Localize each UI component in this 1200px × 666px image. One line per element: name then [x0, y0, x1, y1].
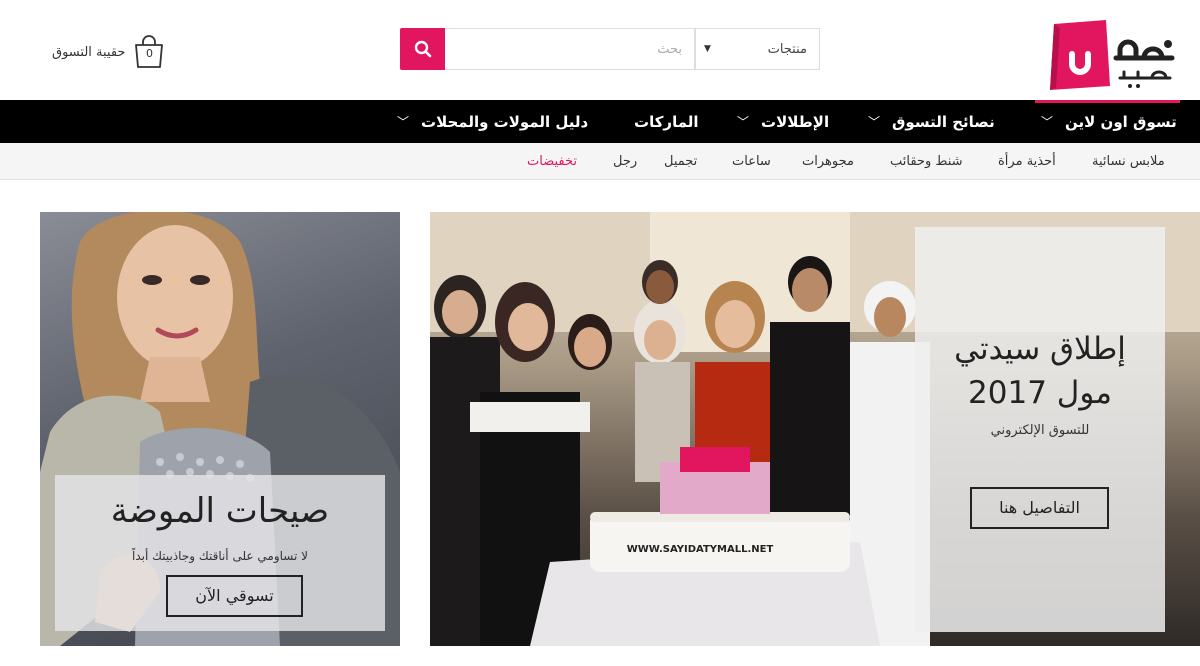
shop-now-button[interactable]: تسوقي الآن [166, 575, 303, 617]
subnav-item-watches[interactable]: ساعات [732, 143, 771, 180]
chevron-down-icon: ﹀ [1041, 115, 1054, 129]
subnav-item-men[interactable]: رجل [613, 143, 637, 180]
site-header: حقيبة التسوق 0 ▼ منتجات [0, 0, 1200, 100]
details-button[interactable]: التفاصيل هنا [970, 487, 1109, 529]
banner-title-line2: مول 2017 [968, 375, 1112, 411]
banner-title: إطلاق سيدتي مول 2017 [915, 327, 1165, 415]
banner-title: صيحات الموضة [110, 491, 330, 531]
cart-count: 0 [145, 47, 153, 60]
subnav-item-jewelry[interactable]: مجوهرات [802, 143, 854, 180]
search-button[interactable] [400, 28, 445, 70]
search-icon [414, 40, 431, 58]
nav-item-label: تسوق اون لاين [1065, 112, 1177, 131]
subnav-item-bags[interactable]: شنط وحقائب [890, 143, 963, 180]
subnav-item-sale[interactable]: تخفيضات [527, 143, 577, 180]
nav-item-malls-directory[interactable]: ﹀ دليل المولات والمحلات [397, 100, 588, 143]
fashion-banner-overlay: صيحات الموضة لا تساومي على أناقتك وجاذبي… [55, 475, 385, 631]
banner-title-line1: إطلاق سيدتي [954, 331, 1126, 367]
chevron-down-icon: ﹀ [737, 115, 750, 129]
nav-item-label: نصائح التسوق [892, 112, 995, 131]
chevron-down-icon: ﹀ [397, 115, 410, 129]
fashion-trends-banner[interactable]: صيحات الموضة لا تساومي على أناقتك وجاذبي… [40, 212, 400, 646]
nav-item-label: دليل المولات والمحلات [421, 112, 589, 131]
launch-banner-overlay: إطلاق سيدتي مول 2017 للتسوق الإلكتروني ا… [915, 227, 1165, 632]
search-category-value: منتجات [767, 41, 807, 57]
shopping-bag-icon: 0 [133, 35, 165, 69]
nav-item-brands[interactable]: الماركات [634, 100, 699, 143]
chevron-down-icon: ﹀ [868, 115, 881, 129]
category-subnav: ملابس نسائية أحذية مرأة شنط وحقائب مجوهر… [0, 143, 1200, 180]
search-input[interactable] [445, 28, 695, 70]
shopping-cart-button[interactable]: حقيبة التسوق 0 [52, 32, 165, 72]
nav-item-label: الماركات [634, 112, 699, 131]
banner-subtitle: لا تساومي على أناقتك وجاذبيتك أبداً [132, 549, 308, 563]
subnav-item-beauty[interactable]: تجميل [664, 143, 697, 180]
cart-label: حقيبة التسوق [52, 44, 126, 60]
nav-item-label: الإطلالات [761, 112, 830, 131]
dropdown-arrow-icon: ▼ [704, 44, 711, 54]
mall-launch-banner[interactable]: WWW.SAYIDATYMALL.NET إطلاق سيدتي مول 201… [430, 212, 1200, 646]
search-bar: ▼ منتجات [400, 28, 820, 70]
nav-item-shop-online[interactable]: ﹀ تسوق اون لاين [1041, 100, 1177, 143]
nav-item-looks[interactable]: ﹀ الإطلالات [737, 100, 829, 143]
search-category-select[interactable]: ▼ منتجات [695, 28, 820, 70]
cake-text: WWW.SAYIDATYMALL.NET [627, 544, 774, 555]
subnav-item-womens-shoes[interactable]: أحذية مرأة [998, 143, 1056, 180]
site-logo[interactable] [1050, 14, 1182, 92]
banner-subtitle: للتسوق الإلكتروني [990, 423, 1090, 438]
subnav-item-womens-clothing[interactable]: ملابس نسائية [1092, 143, 1165, 180]
main-navigation: ﹀ تسوق اون لاين ﹀ نصائح التسوق ﹀ الإطلال… [0, 100, 1200, 143]
nav-item-shopping-tips[interactable]: ﹀ نصائح التسوق [868, 100, 995, 143]
